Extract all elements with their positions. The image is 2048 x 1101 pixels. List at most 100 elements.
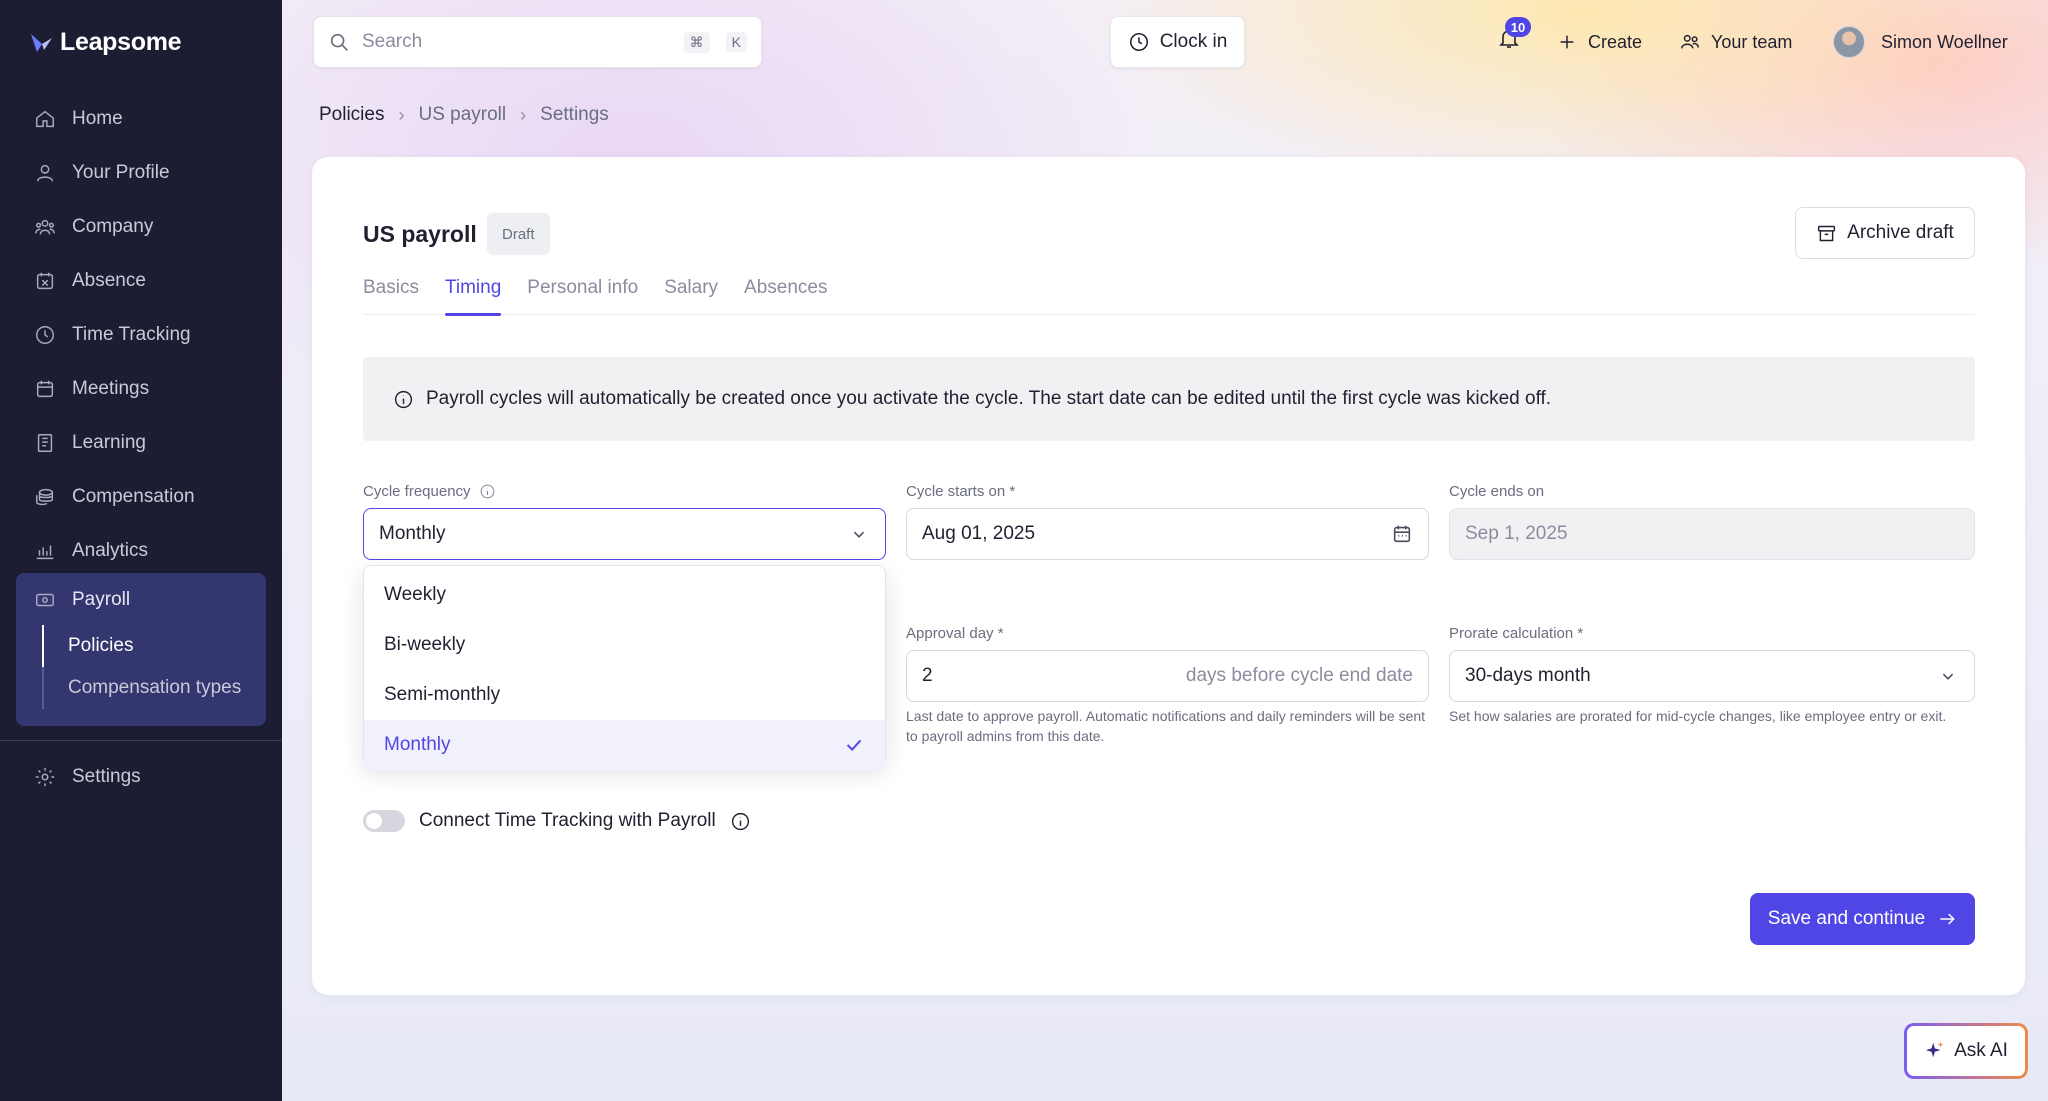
archive-icon — [1818, 225, 1836, 241]
cycle-starts-date-field[interactable]: Aug 01, 2025 — [906, 508, 1429, 560]
sidebar-item-settings[interactable]: Settings — [0, 750, 282, 804]
sidebar-item-label: Learning — [72, 432, 146, 453]
cycle-frequency-dropdown: Weekly Bi-weekly Semi-monthly Monthly — [363, 565, 886, 770]
approval-day-value[interactable]: 2 — [922, 665, 1186, 687]
search-input[interactable] — [362, 31, 668, 53]
cycle-frequency-value: Monthly — [379, 523, 446, 544]
sidebar-group-payroll: Payroll Policies Compensation types — [16, 573, 266, 726]
sidebar-subitem-policies[interactable]: Policies — [44, 625, 252, 667]
calendar-icon[interactable] — [1391, 523, 1413, 545]
archive-draft-button[interactable]: Archive draft — [1795, 207, 1975, 259]
sidebar-item-home[interactable]: Home — [0, 92, 282, 146]
sidebar-item-learning[interactable]: Learning — [0, 416, 282, 470]
search-icon — [330, 33, 348, 51]
tab-absences[interactable]: Absences — [744, 267, 827, 315]
save-and-continue-label: Save and continue — [1767, 908, 1926, 929]
plus-icon — [1560, 35, 1574, 49]
info-icon — [394, 390, 413, 408]
sidebar-item-compensation[interactable]: Compensation — [0, 470, 282, 524]
home-icon — [36, 110, 54, 128]
prorate-calculation-value: 30-days month — [1465, 665, 1591, 686]
option-monthly[interactable]: Monthly — [364, 720, 885, 770]
option-monthly-label: Monthly — [384, 734, 451, 755]
option-bi-weekly[interactable]: Bi-weekly — [364, 620, 885, 670]
approval-day-label: Approval day * — [906, 625, 1004, 642]
sidebar-subitem-compensation-types[interactable]: Compensation types — [44, 667, 252, 709]
save-and-continue-button[interactable]: Save and continue — [1750, 893, 1975, 945]
tab-timing[interactable]: Timing — [444, 267, 502, 316]
check-icon — [846, 739, 862, 752]
sidebar-nav: Home Your Profile Company Absence Time T… — [0, 92, 282, 578]
sidebar-item-label: Compensation — [72, 486, 195, 507]
shortcut-k-key: K — [725, 32, 747, 52]
team-icon — [1681, 34, 1699, 49]
create-button[interactable]: Create — [1556, 22, 1642, 62]
meetings-calendar-icon — [36, 380, 54, 398]
breadcrumb-policies[interactable]: Policies — [319, 104, 384, 126]
page-title: US payroll — [363, 221, 477, 247]
clock-icon — [1129, 32, 1148, 52]
ask-ai-label: Ask AI — [1954, 1040, 2008, 1061]
clock-icon — [36, 326, 54, 344]
search-box[interactable]: ⌘ K — [313, 16, 762, 68]
breadcrumb-settings: Settings — [540, 104, 609, 125]
clock-in-button[interactable]: Clock in — [1110, 16, 1245, 68]
sidebar-item-time-tracking[interactable]: Time Tracking — [0, 308, 282, 362]
option-semi-monthly[interactable]: Semi-monthly — [364, 670, 885, 720]
sidebar-item-label: Meetings — [72, 378, 150, 399]
absence-calendar-icon — [36, 272, 54, 290]
sidebar-item-label: Payroll — [72, 589, 131, 610]
sidebar-item-company[interactable]: Company — [0, 200, 282, 254]
your-team-button[interactable]: Your team — [1679, 22, 1792, 62]
approval-day-help: Last date to approve payroll. Automatic … — [906, 708, 1426, 744]
prorate-calculation-help: Set how salaries are prorated for mid-cy… — [1449, 708, 1947, 724]
cycle-frequency-label: Cycle frequency — [363, 483, 496, 500]
info-text: Payroll cycles will automatically be cre… — [426, 388, 1552, 409]
info-icon[interactable] — [730, 811, 751, 832]
cycle-starts-label: Cycle starts on * — [906, 483, 1016, 500]
sidebar-item-meetings[interactable]: Meetings — [0, 362, 282, 416]
breadcrumb: Policies › US payroll › Settings — [319, 104, 609, 126]
chevron-down-icon — [853, 531, 865, 538]
leapsome-logo[interactable]: Leapsome — [28, 28, 182, 57]
option-weekly[interactable]: Weekly — [364, 570, 885, 620]
sidebar-item-your-profile[interactable]: Your Profile — [0, 146, 282, 200]
chevron-right-icon: › — [520, 104, 527, 125]
cycle-ends-label: Cycle ends on — [1449, 483, 1545, 500]
approval-day-suffix: days before cycle end date — [1185, 665, 1413, 686]
status-badge: Draft — [487, 213, 550, 255]
sparkle-icon — [1925, 1041, 1944, 1058]
cycle-frequency-label-text: Cycle frequency — [363, 483, 471, 500]
create-label: Create — [1588, 31, 1643, 52]
sidebar-item-analytics[interactable]: Analytics — [0, 524, 282, 578]
notifications-badge: 10 — [1505, 17, 1531, 37]
approval-day-field[interactable]: 2 days before cycle end date — [906, 650, 1429, 702]
your-team-label: Your team — [1711, 31, 1793, 52]
sidebar-item-label: Company — [72, 216, 154, 237]
sidebar-item-absence[interactable]: Absence — [0, 254, 282, 308]
sidebar-item-label: Analytics — [72, 540, 149, 561]
tab-basics[interactable]: Basics — [363, 267, 419, 315]
sidebar-item-label: Time Tracking — [72, 324, 191, 345]
connect-time-tracking-toggle[interactable] — [363, 810, 405, 832]
prorate-calculation-label: Prorate calculation * — [1449, 625, 1584, 642]
payroll-subnav: Policies Compensation types — [42, 625, 252, 709]
tab-salary[interactable]: Salary — [664, 267, 718, 315]
sidebar-item-payroll[interactable]: Payroll — [16, 573, 266, 627]
gear-icon — [35, 767, 55, 787]
chart-icon — [36, 545, 54, 560]
user-menu[interactable]: Simon Woellner — [1833, 22, 2008, 62]
brand-name: Leapsome — [60, 28, 182, 56]
avatar — [1833, 26, 1865, 58]
connect-time-tracking-label: Connect Time Tracking with Payroll — [419, 810, 716, 831]
prorate-calculation-select[interactable]: 30-days month — [1449, 650, 1975, 702]
ask-ai-button[interactable]: Ask AI — [1904, 1023, 2028, 1079]
cycle-frequency-select[interactable]: Monthly — [363, 508, 886, 560]
tab-personal-info[interactable]: Personal info — [527, 267, 638, 315]
info-icon[interactable] — [479, 483, 496, 500]
tab-bar: Basics Timing Personal info Salary Absen… — [363, 267, 1975, 316]
breadcrumb-us-payroll[interactable]: US payroll — [418, 104, 506, 126]
sidebar-item-label: Your Profile — [72, 162, 170, 183]
leapsome-logo-icon — [31, 33, 52, 52]
arrow-right-icon — [1940, 913, 1955, 925]
